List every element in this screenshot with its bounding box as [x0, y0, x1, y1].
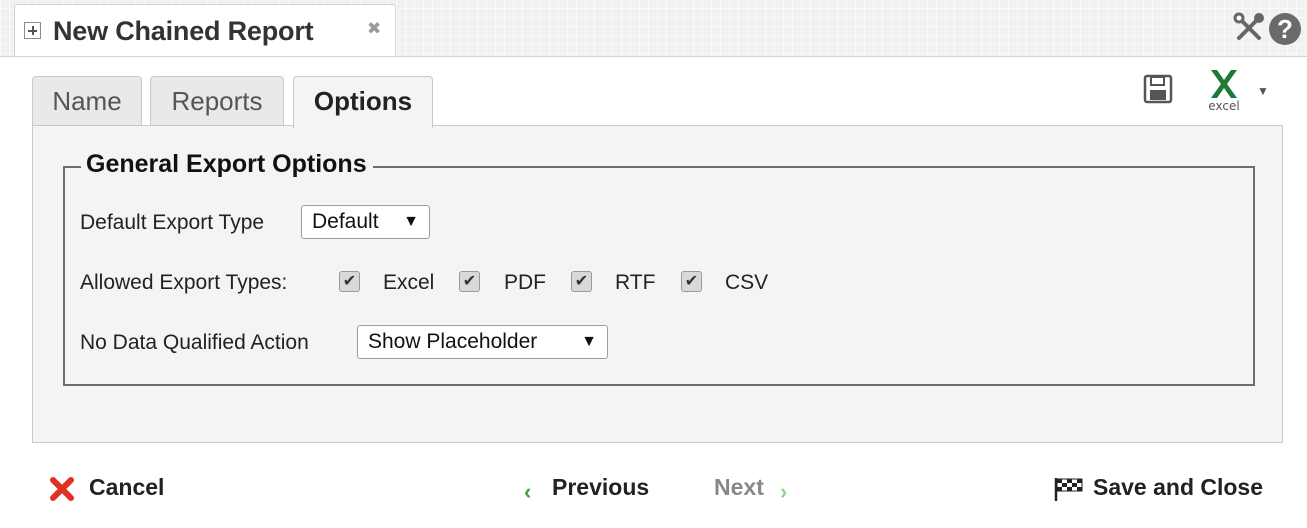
- chevron-down-icon: ▼: [403, 213, 419, 230]
- default-export-type-value: Default: [312, 210, 379, 233]
- pdf-checkbox-label: PDF: [504, 271, 546, 294]
- document-tab-title: New Chained Report: [53, 16, 314, 46]
- no-data-qualified-action-label: No Data Qualified Action: [80, 331, 309, 354]
- chevron-right-icon[interactable]: ›: [780, 479, 787, 505]
- chevron-down-icon: ▼: [581, 333, 597, 350]
- document-tab[interactable]: New Chained Report ✖: [14, 4, 396, 56]
- csv-checkbox-label: CSV: [725, 271, 769, 294]
- excel-icon: excel: [1208, 70, 1240, 113]
- rtf-checkbox[interactable]: ✔: [571, 271, 592, 292]
- allowed-export-types-label: Allowed Export Types:: [80, 271, 288, 294]
- checkered-flag-icon[interactable]: [1053, 476, 1083, 502]
- excel-checkbox[interactable]: ✔: [339, 271, 360, 292]
- tab-reports[interactable]: Reports: [150, 76, 284, 126]
- default-export-type-label: Default Export Type: [80, 211, 265, 234]
- pdf-checkbox[interactable]: ✔: [459, 271, 480, 292]
- next-button[interactable]: Next: [714, 474, 764, 501]
- cancel-icon[interactable]: [49, 476, 75, 502]
- rtf-checkbox-label: RTF: [615, 271, 656, 294]
- csv-checkbox[interactable]: ✔: [681, 271, 702, 292]
- previous-button[interactable]: Previous: [552, 474, 649, 501]
- no-data-qualified-action-select[interactable]: Show Placeholder ▼: [357, 325, 608, 359]
- expand-icon[interactable]: [24, 22, 41, 39]
- tab-options[interactable]: Options: [293, 76, 433, 128]
- no-data-qualified-action-value: Show Placeholder: [368, 330, 538, 353]
- help-icon[interactable]: ?: [1269, 13, 1301, 45]
- export-dropdown-icon[interactable]: ▼: [1257, 84, 1269, 98]
- close-tab-icon[interactable]: ✖: [367, 19, 381, 39]
- save-icon[interactable]: [1143, 74, 1173, 104]
- excel-export-button[interactable]: excel: [1200, 66, 1248, 114]
- cancel-button[interactable]: Cancel: [89, 474, 164, 501]
- tab-name[interactable]: Name: [32, 76, 142, 126]
- excel-caption: excel: [1208, 99, 1239, 113]
- excel-checkbox-label: Excel: [383, 271, 435, 294]
- chevron-left-icon[interactable]: ‹: [524, 479, 531, 505]
- save-and-close-button[interactable]: Save and Close: [1093, 474, 1263, 501]
- default-export-type-select[interactable]: Default ▼: [301, 205, 430, 239]
- options-panel: General Export Options Default Export Ty…: [32, 125, 1283, 443]
- general-export-options-legend: General Export Options: [81, 150, 373, 179]
- tools-icon[interactable]: [1232, 11, 1266, 45]
